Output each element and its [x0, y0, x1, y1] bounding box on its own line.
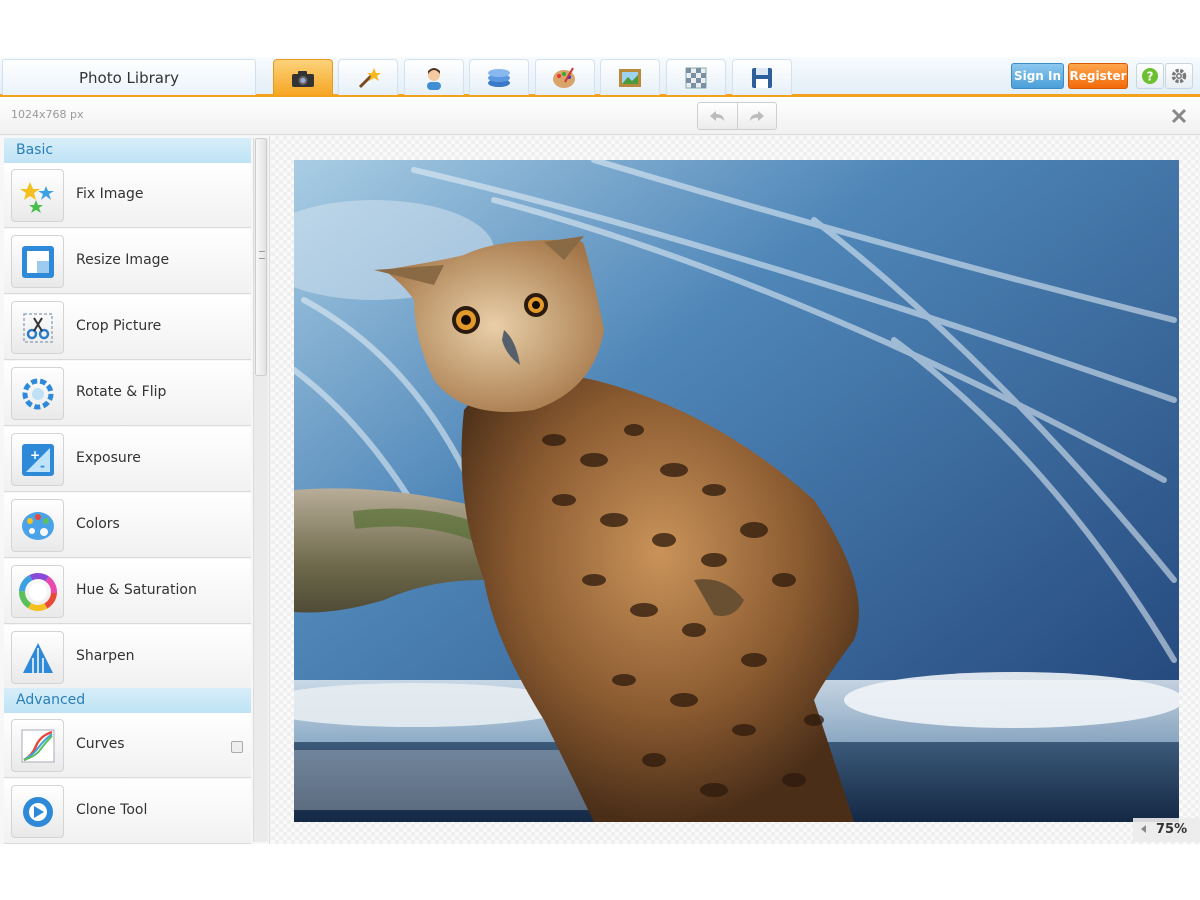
menu-item-label: Resize Image: [76, 252, 170, 268]
menu-item-label: Hue & Saturation: [76, 582, 197, 598]
menu-item-rotate-flip[interactable]: Rotate & Flip: [4, 361, 251, 426]
menu-item-label: Sharpen: [76, 648, 135, 664]
undo-button[interactable]: [698, 103, 738, 129]
menu-item-resize-image[interactable]: Resize Image: [4, 229, 251, 294]
resize-icon-box: [11, 235, 64, 288]
color-wheel-icon: [18, 572, 57, 611]
menu-item-colors[interactable]: Colors: [4, 493, 251, 558]
sidebar-scrollbar[interactable]: [253, 138, 268, 842]
info-bar: 1024x768 px: [0, 97, 1200, 135]
crop-icon-box: [11, 301, 64, 354]
exposure-icon-box: + -: [11, 433, 64, 486]
settings-button[interactable]: [1165, 63, 1193, 89]
undo-redo-group: [697, 102, 777, 130]
section-basic[interactable]: Basic: [4, 138, 251, 163]
tab-frames[interactable]: [600, 59, 660, 95]
tab-paint[interactable]: [535, 59, 595, 95]
menu-item-hue-saturation[interactable]: Hue & Saturation: [4, 559, 251, 624]
scrollbar-thumb[interactable]: [255, 138, 267, 376]
help-button[interactable]: ?: [1136, 63, 1164, 89]
zoom-level[interactable]: 75%: [1133, 818, 1200, 842]
premium-badge-icon: [231, 741, 243, 753]
rotate-icon: [22, 378, 53, 409]
menu-item-crop-picture[interactable]: Crop Picture: [4, 295, 251, 360]
tab-portrait[interactable]: [404, 59, 464, 95]
zoom-arrow-icon[interactable]: [1141, 825, 1146, 833]
menu-item-clone-tool[interactable]: Clone Tool: [4, 779, 251, 844]
scissors-icon: [22, 312, 53, 343]
sign-in-button[interactable]: Sign In: [1011, 63, 1064, 89]
tools-sidebar: Basic Fix Image Resize Image Crop Pictur…: [0, 136, 270, 844]
owl-photo[interactable]: [294, 160, 1179, 822]
help-icon: ?: [1142, 68, 1158, 84]
image-dimensions: 1024x768 px: [11, 108, 84, 121]
tab-layers[interactable]: [469, 59, 529, 95]
menu-item-exposure[interactable]: + - Exposure: [4, 427, 251, 492]
tab-save[interactable]: [732, 59, 792, 95]
photo-library-tab[interactable]: Photo Library: [2, 59, 256, 95]
scroll-grip: [259, 251, 265, 259]
menu-item-label: Rotate & Flip: [76, 384, 167, 400]
rotate-icon-box: [11, 367, 64, 420]
layers-icon: [488, 68, 510, 87]
tab-textures[interactable]: [666, 59, 726, 95]
frame-icon: [619, 68, 641, 87]
tab-camera[interactable]: [273, 59, 333, 95]
curves-icon-box: [11, 719, 64, 772]
menu-item-curves[interactable]: Curves: [4, 713, 251, 778]
palette-icon: [553, 67, 575, 88]
sharpen-icon: [22, 642, 53, 673]
clone-icon-box: [11, 785, 64, 838]
colors-icon-box: [11, 499, 64, 552]
tab-effects[interactable]: [338, 59, 398, 95]
gear-icon: [1171, 68, 1187, 84]
redo-button[interactable]: [738, 103, 777, 129]
menu-item-label: Clone Tool: [76, 802, 148, 818]
menu-item-sharpen[interactable]: Sharpen: [4, 625, 251, 690]
menu-item-label: Crop Picture: [76, 318, 162, 334]
section-advanced[interactable]: Advanced: [4, 688, 251, 713]
person-icon: [427, 67, 441, 90]
canvas-area[interactable]: 75%: [271, 136, 1200, 844]
hue-icon-box: [11, 565, 64, 618]
close-icon[interactable]: [1170, 107, 1188, 125]
top-toolbar: Photo Library Sign In Register ?: [0, 57, 1200, 97]
menu-item-label: Fix Image: [76, 186, 144, 202]
sharpen-icon-box: [11, 631, 64, 684]
exposure-icon: +-: [21, 443, 54, 476]
svg-text:+: +: [30, 448, 40, 462]
magic-wand-icon: [358, 67, 381, 88]
undo-icon: [710, 111, 725, 121]
photo-editor-app: Photo Library Sign In Register ? 1024x76…: [0, 57, 1200, 844]
menu-item-label: Colors: [76, 516, 120, 532]
camera-icon: [292, 70, 314, 87]
curves-icon: [21, 729, 54, 762]
redo-icon: [749, 111, 764, 121]
clone-icon: [22, 796, 53, 827]
stars-icon: [19, 181, 54, 213]
save-icon: [752, 67, 772, 88]
photo-image: [294, 160, 1179, 822]
menu-item-label: Exposure: [76, 450, 141, 466]
texture-icon: [685, 67, 707, 88]
fix-image-icon-box: [11, 169, 64, 222]
svg-text:?: ?: [1147, 70, 1154, 84]
zoom-value: 75%: [1156, 822, 1188, 837]
palette-icon: [21, 511, 54, 540]
register-button[interactable]: Register: [1068, 63, 1128, 89]
resize-icon: [21, 245, 54, 278]
svg-text:-: -: [40, 459, 45, 473]
menu-item-label: Curves: [76, 736, 125, 752]
menu-item-fix-image[interactable]: Fix Image: [4, 163, 251, 228]
